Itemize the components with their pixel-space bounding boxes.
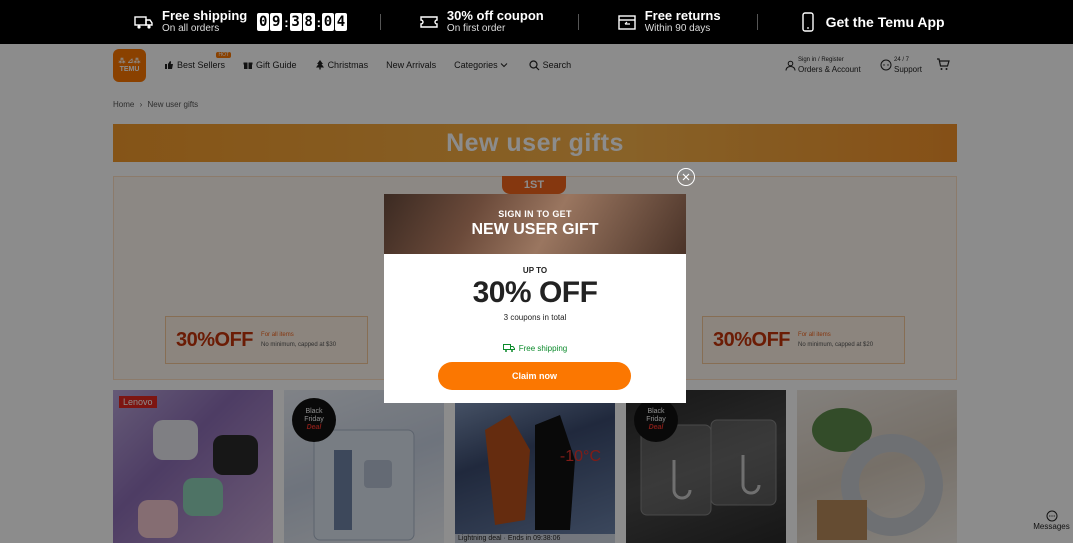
coupons-total: 3 coupons in total — [503, 313, 567, 322]
claim-now-button[interactable]: Claim now — [438, 362, 631, 390]
free-shipping-text: Free shipping — [518, 343, 568, 353]
countdown-digit: 0 — [257, 13, 270, 31]
truck-icon — [134, 16, 153, 29]
countdown-digit: 8 — [302, 13, 315, 31]
promo-divider — [756, 14, 758, 30]
countdown-digit: 3 — [289, 13, 302, 31]
promo-app[interactable]: Get the Temu App — [798, 0, 945, 44]
discount-percent: 30% OFF — [472, 276, 598, 309]
promo-returns[interactable]: Free returns Within 90 days — [617, 0, 721, 44]
countdown-colon: : — [316, 14, 321, 30]
promo-returns-sub: Within 90 days — [644, 23, 711, 34]
promo-free-shipping-title: Free shipping — [162, 8, 248, 23]
countdown-colon: : — [284, 14, 289, 30]
promo-free-shipping[interactable]: Free shipping On all orders 0 9 : 3 8 : … — [134, 0, 348, 44]
return-box-icon — [618, 15, 636, 30]
ticket-icon — [420, 16, 438, 28]
countdown-timer: 0 9 : 3 8 : 0 4 — [257, 13, 348, 31]
modal-header: SIGN IN TO GET NEW USER GIFT — [384, 194, 686, 254]
promo-coupon[interactable]: 30% off coupon On first order — [419, 0, 544, 44]
promo-coupon-title: 30% off coupon — [446, 8, 544, 23]
free-shipping-note: Free shipping — [384, 343, 686, 353]
phone-icon — [801, 12, 814, 32]
up-to-label: UP TO — [522, 266, 548, 275]
promo-bar: Free shipping On all orders 0 9 : 3 8 : … — [0, 0, 1073, 44]
promo-coupon-sub: On first order — [446, 23, 506, 34]
truck-icon — [502, 344, 515, 352]
promo-divider — [379, 14, 381, 30]
close-icon — [682, 173, 690, 181]
modal-header-small: SIGN IN TO GET — [498, 209, 572, 219]
promo-app-label: Get the Temu App — [825, 14, 945, 30]
modal-header-big: NEW USER GIFT — [471, 221, 599, 238]
promo-divider — [577, 14, 579, 30]
new-user-gift-modal: SIGN IN TO GET NEW USER GIFT UP TO 30% O… — [384, 194, 686, 403]
promo-free-shipping-sub: On all orders — [162, 23, 220, 34]
promo-returns-title: Free returns — [644, 8, 721, 23]
countdown-digit: 0 — [321, 13, 334, 31]
close-modal-button[interactable] — [677, 168, 695, 186]
countdown-digit: 9 — [270, 13, 283, 31]
countdown-digit: 4 — [334, 13, 347, 31]
